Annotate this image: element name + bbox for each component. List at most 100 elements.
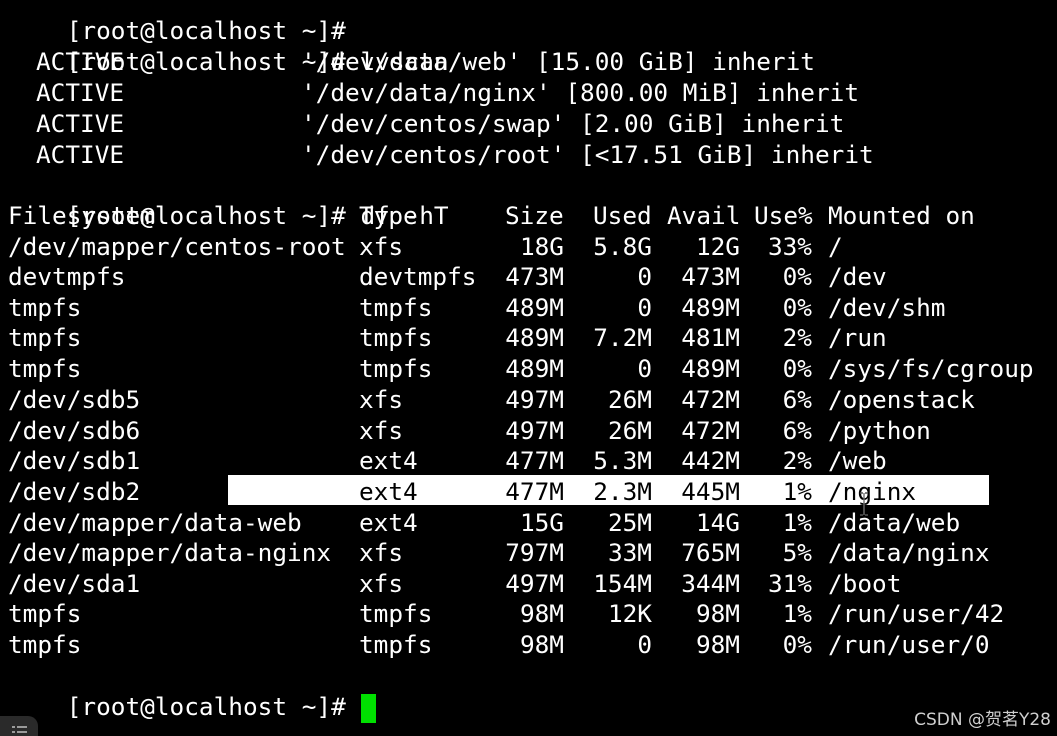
partial-prompt-line: [root@localhost ~]# — [8, 0, 346, 45]
cell-avail: 445M — [681, 477, 740, 506]
cell-type: tmpfs — [359, 630, 433, 659]
cell-use-percent: 2% — [782, 446, 812, 475]
lv-status: ACTIVE — [36, 47, 125, 76]
cell-used: 0 — [637, 293, 652, 322]
cell-size: 15G — [519, 508, 564, 537]
cell-use-percent: 33% — [767, 232, 812, 261]
lvscan-row: ACTIVE '/dev/centos/root' [<17.51 GiB] i… — [8, 139, 874, 170]
cell-use-percent: 0% — [782, 262, 812, 291]
terminal-window[interactable]: [root@localhost ~]# [root@localhost ~]# … — [0, 0, 1057, 736]
header-filesystem: Filesystem — [8, 201, 155, 230]
cell-size: 497M — [505, 385, 564, 414]
cell-use-percent: 0% — [782, 354, 812, 383]
cell-filesystem: tmpfs — [8, 323, 82, 352]
cell-avail: 442M — [681, 446, 740, 475]
cell-filesystem: /dev/sda1 — [8, 569, 141, 598]
df-row: tmpfs tmpfs 489M 0 489M 0% /dev/shm — [8, 292, 945, 323]
menu-lines-icon[interactable] — [0, 716, 38, 736]
cell-filesystem: /dev/sdb1 — [8, 446, 141, 475]
cell-type: xfs — [359, 416, 404, 445]
cell-type: xfs — [359, 538, 404, 567]
cell-type: xfs — [359, 569, 404, 598]
cell-avail: 472M — [681, 385, 740, 414]
cell-mounted-on: /web — [828, 446, 887, 475]
cell-size: 477M — [505, 446, 564, 475]
cell-avail: 489M — [681, 293, 740, 322]
lv-path: '/dev/centos/root' [<17.51 GiB] inherit — [301, 140, 874, 169]
cell-filesystem: tmpfs — [8, 630, 82, 659]
cell-avail: 98M — [695, 630, 740, 659]
cell-use-percent: 1% — [782, 599, 812, 628]
cell-used: 33M — [607, 538, 652, 567]
lv-path: '/dev/data/nginx' [800.00 MiB] inherit — [301, 78, 860, 107]
df-row: /dev/mapper/centos-root xfs 18G 5.8G 12G… — [8, 231, 843, 262]
cell-avail: 12G — [695, 232, 740, 261]
cell-avail: 344M — [681, 569, 740, 598]
cell-mounted-on: /data/web — [828, 508, 961, 537]
df-row: /dev/sdb1 ext4 477M 5.3M 442M 2% /web — [8, 445, 887, 476]
cell-size: 797M — [505, 538, 564, 567]
cell-size: 98M — [519, 599, 564, 628]
cell-type: ext4 — [359, 508, 418, 537]
cell-used: 26M — [607, 385, 652, 414]
df-row-selected[interactable]: /dev/sdb2 ext4 477M 2.3M 445M 1% /nginx — [8, 476, 916, 507]
cell-used: 5.8G — [593, 232, 652, 261]
prompt: [root@localhost ~]# — [66, 692, 346, 721]
cell-avail: 98M — [695, 599, 740, 628]
command-line-current[interactable]: [root@localhost ~]# — [8, 660, 377, 723]
cell-size: 489M — [505, 354, 564, 383]
df-row: /dev/sdb6 xfs 497M 26M 472M 6% /python — [8, 415, 931, 446]
header-avail: Avail — [667, 201, 741, 230]
lvscan-row: ACTIVE '/dev/data/nginx' [800.00 MiB] in… — [8, 77, 859, 108]
cell-filesystem: tmpfs — [8, 354, 82, 383]
df-row: tmpfs tmpfs 98M 0 98M 0% /run/user/0 — [8, 629, 990, 660]
command-line-lvscan: [root@localhost ~]# lvscan — [8, 15, 449, 76]
cell-type: ext4 — [359, 477, 418, 506]
cell-use-percent: 5% — [782, 538, 812, 567]
cell-use-percent: 6% — [782, 416, 812, 445]
cell-size: 497M — [505, 569, 564, 598]
cell-type: xfs — [359, 385, 404, 414]
cell-mounted-on: /nginx — [828, 477, 917, 506]
lv-path: '/dev/data/web' [15.00 GiB] inherit — [301, 47, 815, 76]
cell-mounted-on: /python — [828, 416, 931, 445]
cell-mounted-on: /sys/fs/cgroup — [828, 354, 1034, 383]
cell-size: 489M — [505, 293, 564, 322]
cell-avail: 481M — [681, 323, 740, 352]
cell-used: 26M — [607, 416, 652, 445]
cell-mounted-on: /run — [828, 323, 887, 352]
cell-mounted-on: /data/nginx — [828, 538, 990, 567]
cell-filesystem: /dev/mapper/centos-root — [8, 232, 346, 261]
cell-mounted-on: /dev/shm — [828, 293, 946, 322]
lvscan-row: ACTIVE '/dev/data/web' [15.00 GiB] inher… — [8, 46, 815, 77]
lv-status: ACTIVE — [36, 109, 125, 138]
cell-use-percent: 1% — [782, 508, 812, 537]
cell-type: tmpfs — [359, 323, 433, 352]
text-cursor-block-icon — [361, 693, 377, 723]
cell-use-percent: 0% — [782, 630, 812, 659]
cell-use-percent: 2% — [782, 323, 812, 352]
cell-type: devtmpfs — [359, 262, 477, 291]
cell-type: tmpfs — [359, 599, 433, 628]
cell-filesystem: devtmpfs — [8, 262, 126, 291]
cell-used: 0 — [637, 262, 652, 291]
cell-use-percent: 1% — [782, 477, 812, 506]
header-used: Used — [593, 201, 652, 230]
cell-use-percent: 0% — [782, 293, 812, 322]
cell-avail: 14G — [695, 508, 740, 537]
cell-type: ext4 — [359, 446, 418, 475]
cell-filesystem: /dev/mapper/data-nginx — [8, 538, 332, 567]
cell-used: 0 — [637, 630, 652, 659]
cell-used: 154M — [593, 569, 652, 598]
command-line-df: [root@localhost ~]# df -hT — [8, 169, 449, 230]
cell-type: tmpfs — [359, 293, 433, 322]
cell-filesystem: /dev/sdb5 — [8, 385, 141, 414]
lv-status: ACTIVE — [36, 140, 125, 169]
watermark: CSDN @贺茗Y28 — [914, 710, 1051, 730]
cell-used: 25M — [607, 508, 652, 537]
cell-used: 12K — [607, 599, 652, 628]
menu-lines-glyph — [12, 726, 27, 733]
cell-filesystem: /dev/sdb6 — [8, 416, 141, 445]
lvscan-row: ACTIVE '/dev/centos/swap' [2.00 GiB] inh… — [8, 108, 844, 139]
cell-mounted-on: /run/user/0 — [828, 630, 990, 659]
